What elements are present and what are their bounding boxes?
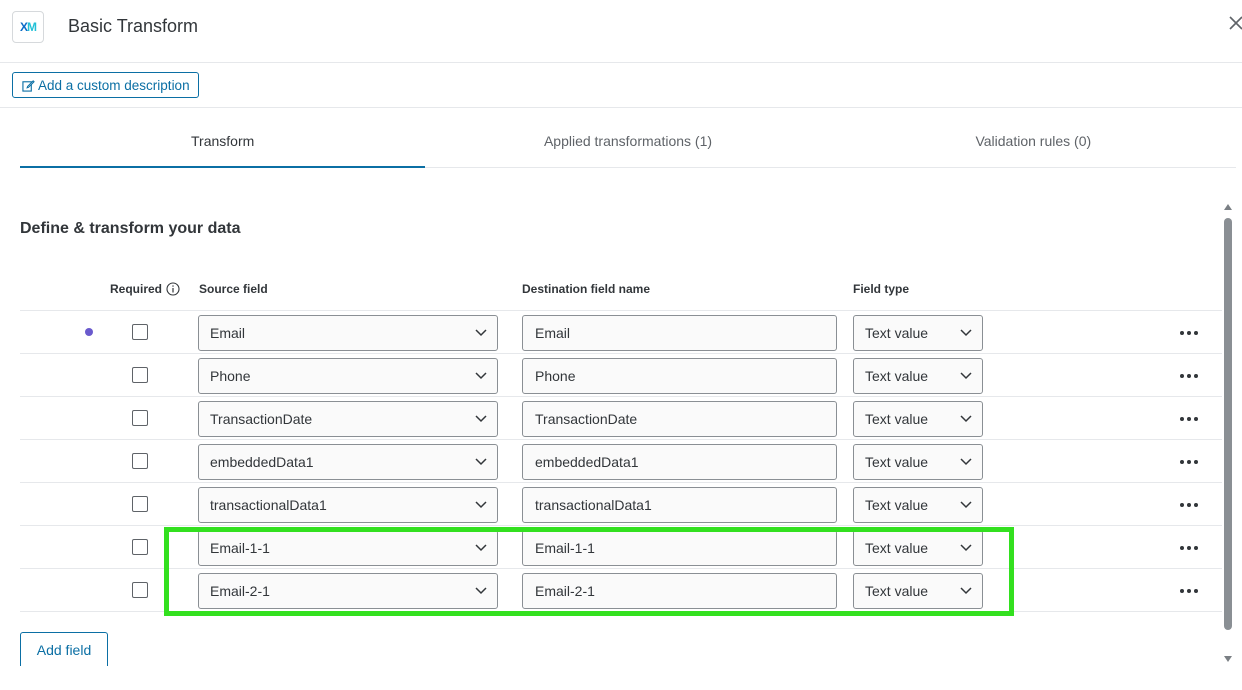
required-checkbox[interactable] [132, 324, 148, 340]
table-row: embeddedData1 embeddedData1 Text value [20, 440, 1222, 483]
field-type-value: Text value [865, 325, 929, 341]
fields-table: Email Email Text value Phone Phone Text … [20, 310, 1222, 612]
destination-field-input[interactable]: transactionalData1 [522, 487, 837, 523]
scroll-thumb[interactable] [1224, 218, 1232, 630]
chevron-down-icon [475, 458, 487, 466]
source-field-select[interactable]: TransactionDate [198, 401, 498, 437]
source-field-select[interactable]: transactionalData1 [198, 487, 498, 523]
chevron-down-icon [960, 329, 972, 337]
tab-applied-transformations[interactable]: Applied transformations (1) [425, 110, 830, 167]
column-header-destination-field: Destination field name [522, 282, 651, 296]
chevron-down-icon [960, 372, 972, 380]
source-field-select[interactable]: Email-1-1 [198, 530, 498, 566]
field-type-select[interactable]: Text value [853, 444, 983, 480]
required-checkbox[interactable] [132, 367, 148, 383]
more-options-icon[interactable] [1179, 366, 1199, 386]
field-type-value: Text value [865, 583, 929, 599]
close-icon[interactable] [1226, 13, 1242, 33]
scroll-down-arrow-icon[interactable] [1224, 656, 1232, 662]
source-field-select[interactable]: embeddedData1 [198, 444, 498, 480]
field-type-value: Text value [865, 411, 929, 427]
chevron-down-icon [475, 501, 487, 509]
source-field-select[interactable]: Email [198, 315, 498, 351]
table-row: TransactionDate TransactionDate Text val… [20, 397, 1222, 440]
source-field-value: Email-1-1 [210, 540, 270, 556]
add-field-button[interactable]: Add field [20, 632, 108, 666]
column-required-label: Required [110, 282, 163, 296]
more-options-icon[interactable] [1179, 581, 1199, 601]
field-type-value: Text value [865, 454, 929, 470]
field-type-select[interactable]: Text value [853, 358, 983, 394]
destination-field-input[interactable]: Phone [522, 358, 837, 394]
source-field-value: Email [210, 325, 246, 341]
chevron-down-icon [475, 372, 487, 380]
xm-logo: XM [12, 11, 44, 43]
table-row: Email-1-1 Email-1-1 Text value [20, 526, 1222, 569]
required-checkbox[interactable] [132, 496, 148, 512]
add-description-button[interactable]: Add a custom description [12, 72, 199, 98]
chevron-down-icon [475, 415, 487, 423]
destination-field-input[interactable]: Email-1-1 [522, 530, 837, 566]
chevron-down-icon [960, 544, 972, 552]
required-checkbox[interactable] [132, 453, 148, 469]
more-options-icon[interactable] [1179, 323, 1199, 343]
edit-icon [22, 79, 35, 92]
column-header-source-field: Source field [199, 282, 268, 296]
source-field-value: transactionalData1 [210, 497, 327, 513]
field-type-select[interactable]: Text value [853, 573, 983, 609]
modal-header: XM Basic Transform [0, 0, 1242, 63]
info-icon[interactable] [166, 282, 180, 296]
field-type-select[interactable]: Text value [853, 487, 983, 523]
source-field-value: TransactionDate [210, 411, 313, 427]
destination-field-input[interactable]: Email-2-1 [522, 573, 837, 609]
table-row: transactionalData1 transactionalData1 Te… [20, 483, 1222, 526]
table-row: Email Email Text value [20, 311, 1222, 354]
vertical-scrollbar[interactable] [1222, 204, 1234, 666]
chevron-down-icon [475, 587, 487, 595]
logo-text-m: M [27, 20, 37, 34]
logo-text-x: X [19, 20, 28, 34]
scroll-up-arrow-icon[interactable] [1224, 204, 1232, 210]
field-type-value: Text value [865, 497, 929, 513]
more-options-icon[interactable] [1179, 409, 1199, 429]
source-field-value: Phone [210, 368, 251, 384]
modal-title: Basic Transform [68, 16, 199, 36]
tab-bar: Transform Applied transformations (1) Va… [20, 110, 1236, 168]
more-options-icon[interactable] [1179, 495, 1199, 515]
more-options-icon[interactable] [1179, 452, 1199, 472]
destination-field-input[interactable]: TransactionDate [522, 401, 837, 437]
required-checkbox[interactable] [132, 410, 148, 426]
add-description-label: Add a custom description [38, 77, 190, 93]
table-row: Phone Phone Text value [20, 354, 1222, 397]
field-type-select[interactable]: Text value [853, 315, 983, 351]
required-checkbox[interactable] [132, 539, 148, 555]
source-field-select[interactable]: Phone [198, 358, 498, 394]
section-title: Define & transform your data [20, 220, 241, 237]
chevron-down-icon [475, 329, 487, 337]
source-field-select[interactable]: Email-2-1 [198, 573, 498, 609]
column-header-field-type: Field type [853, 282, 910, 296]
row-indicator-dot [85, 328, 93, 336]
tab-validation-rules[interactable]: Validation rules (0) [831, 110, 1236, 167]
more-options-icon[interactable] [1179, 538, 1199, 558]
field-type-value: Text value [865, 540, 929, 556]
chevron-down-icon [960, 458, 972, 466]
tab-transform[interactable]: Transform [20, 110, 426, 168]
required-checkbox[interactable] [132, 582, 148, 598]
field-type-select[interactable]: Text value [853, 530, 983, 566]
chevron-down-icon [960, 587, 972, 595]
field-type-value: Text value [865, 368, 929, 384]
source-field-value: Email-2-1 [210, 583, 270, 599]
destination-field-input[interactable]: embeddedData1 [522, 444, 837, 480]
source-field-value: embeddedData1 [210, 454, 314, 470]
chevron-down-icon [960, 415, 972, 423]
destination-field-input[interactable]: Email [522, 315, 837, 351]
field-type-select[interactable]: Text value [853, 401, 983, 437]
chevron-down-icon [960, 501, 972, 509]
chevron-down-icon [475, 544, 487, 552]
description-bar: Add a custom description [0, 64, 1242, 108]
column-header-required: Required [110, 282, 180, 296]
table-row: Email-2-1 Email-2-1 Text value [20, 569, 1222, 612]
